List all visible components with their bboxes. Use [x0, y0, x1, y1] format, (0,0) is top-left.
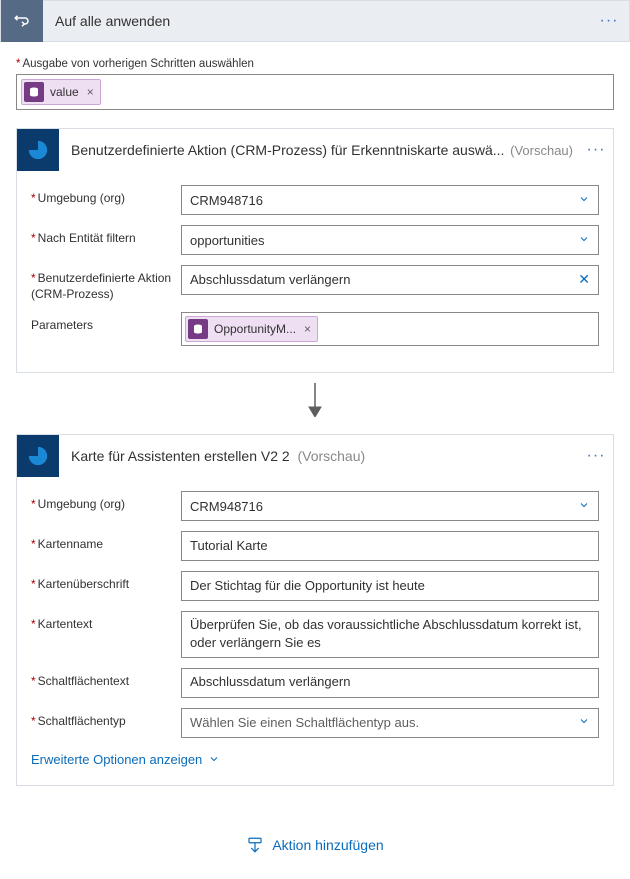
value-token[interactable]: value ×	[21, 79, 101, 105]
chevron-down-icon	[578, 193, 590, 208]
custom-action-input[interactable]: Abschlussdatum verlängern ✕	[181, 265, 599, 295]
env-dropdown[interactable]: CRM948716	[181, 185, 599, 215]
env-label-2: *Umgebung (org)	[31, 491, 181, 513]
cardname-input[interactable]: Tutorial Karte	[181, 531, 599, 561]
cardname-label: *Kartenname	[31, 531, 181, 553]
custom-action-label: *Benutzerdefinierte Aktion (CRM-Prozess)	[31, 265, 181, 302]
add-action-footer: Aktion hinzufügen	[0, 786, 630, 879]
btntext-label: *Schaltflächentext	[31, 668, 181, 690]
create-card-header[interactable]: Karte für Assistenten erstellen V2 2 (Vo…	[17, 435, 613, 477]
custom-action-value: Abschlussdatum verlängern	[190, 271, 350, 289]
apply-to-each-header[interactable]: Auf alle anwenden ···	[0, 0, 630, 42]
env-value: CRM948716	[190, 193, 263, 208]
custom-action-menu[interactable]: ···	[579, 141, 613, 159]
param-token[interactable]: OpportunityM... ×	[185, 316, 318, 342]
chevron-down-icon	[578, 715, 590, 730]
btntype-dropdown[interactable]: Wählen Sie einen Schaltflächentyp aus.	[181, 708, 599, 738]
cardtext-input[interactable]: Überprüfen Sie, ob das voraussichtliche …	[181, 611, 599, 657]
token-remove[interactable]: ×	[85, 85, 94, 99]
crm-icon	[17, 435, 59, 477]
add-action-label: Aktion hinzufügen	[272, 837, 383, 853]
add-action-icon	[246, 836, 264, 854]
loop-icon	[1, 0, 43, 42]
apply-to-each-title: Auf alle anwenden	[43, 13, 589, 29]
cardtext-label: *Kartentext	[31, 611, 181, 633]
apply-to-each-menu[interactable]: ···	[589, 12, 629, 30]
entity-label: *Nach Entität filtern	[31, 225, 181, 247]
btntype-label: *Schaltflächentyp	[31, 708, 181, 730]
btntext-input[interactable]: Abschlussdatum verlängern	[181, 668, 599, 698]
custom-action-header[interactable]: Benutzerdefinierte Aktion (CRM-Prozess) …	[17, 129, 613, 171]
token-db-icon	[188, 319, 208, 339]
crm-icon	[17, 129, 59, 171]
preview-label: (Vorschau)	[510, 143, 579, 158]
cardheading-input[interactable]: Der Stichtag für die Opportunity ist heu…	[181, 571, 599, 601]
custom-action-card: Benutzerdefinierte Aktion (CRM-Prozess) …	[16, 128, 614, 373]
entity-value: opportunities	[190, 233, 264, 248]
create-card-action: Karte für Assistenten erstellen V2 2 (Vo…	[16, 434, 614, 785]
params-label: Parameters	[31, 312, 181, 334]
token-label: value	[50, 85, 79, 99]
chevron-down-icon	[578, 233, 590, 248]
create-card-menu[interactable]: ···	[579, 447, 613, 465]
clear-icon[interactable]: ✕	[578, 270, 590, 290]
cardheading-label: *Kartenüberschrift	[31, 571, 181, 593]
params-input[interactable]: OpportunityM... ×	[181, 312, 599, 346]
env-label: *Umgebung (org)	[31, 185, 181, 207]
entity-dropdown[interactable]: opportunities	[181, 225, 599, 255]
custom-action-title: Benutzerdefinierte Aktion (CRM-Prozess) …	[59, 142, 510, 158]
add-action-button[interactable]: Aktion hinzufügen	[246, 836, 383, 854]
flow-arrow	[0, 373, 630, 434]
env-dropdown-2[interactable]: CRM948716	[181, 491, 599, 521]
create-card-title: Karte für Assistenten erstellen V2 2 (Vo…	[59, 448, 579, 464]
chevron-down-icon	[578, 499, 590, 514]
param-token-label: OpportunityM...	[214, 321, 296, 338]
btntype-placeholder: Wählen Sie einen Schaltflächentyp aus.	[190, 715, 419, 730]
previous-output-input[interactable]: value ×	[16, 74, 614, 110]
token-db-icon	[24, 82, 44, 102]
show-advanced-options[interactable]: Erweiterte Optionen anzeigen	[31, 752, 220, 767]
env-value-2: CRM948716	[190, 499, 263, 514]
token-remove[interactable]: ×	[302, 321, 311, 338]
previous-output-label: *Ausgabe von vorherigen Schritten auswäh…	[16, 58, 630, 70]
